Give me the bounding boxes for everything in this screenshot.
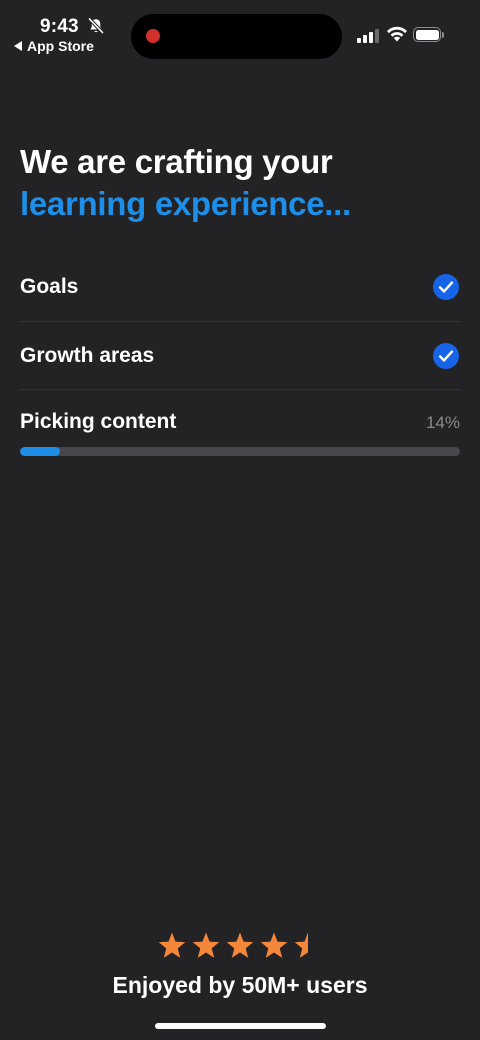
step-label: Growth areas xyxy=(20,344,155,367)
back-app-label: App Store xyxy=(27,38,94,54)
wifi-icon xyxy=(387,26,407,42)
progress-label: Picking content xyxy=(20,410,177,433)
battery-cap xyxy=(442,32,444,38)
status-bar: 9:43 App Store xyxy=(0,0,480,70)
home-indicator[interactable] xyxy=(155,1023,326,1029)
half-star-icon xyxy=(294,932,308,958)
rating-stars xyxy=(158,932,308,958)
battery-icon xyxy=(413,27,441,42)
star-icon xyxy=(226,932,254,958)
back-to-app-store[interactable]: App Store xyxy=(14,38,94,54)
step-growth-areas: Growth areas xyxy=(20,322,460,390)
step-goals: Goals xyxy=(20,253,460,321)
progress-bar xyxy=(20,447,460,456)
checkmark-circle-icon xyxy=(433,343,459,369)
battery-level-fill xyxy=(415,29,439,40)
dynamic-island xyxy=(131,14,342,59)
step-label: Goals xyxy=(20,275,79,298)
star-icon xyxy=(192,932,220,958)
back-arrow-icon xyxy=(14,41,22,51)
checkmark-circle-icon xyxy=(433,274,459,300)
recording-indicator-icon xyxy=(146,29,160,43)
progress-percent: 14% xyxy=(425,413,460,432)
bell-slash-icon xyxy=(88,17,104,34)
progress-bar-fill xyxy=(20,447,60,456)
cellular-signal-icon xyxy=(357,29,379,43)
page-title: We are crafting your learning experience… xyxy=(20,141,351,225)
star-icon xyxy=(260,932,288,958)
title-line-2: learning experience... xyxy=(20,185,351,222)
step-picking-content: Picking content 14% xyxy=(20,390,460,460)
status-time: 9:43 xyxy=(40,16,79,37)
title-line-1: We are crafting your xyxy=(20,143,333,180)
star-icon xyxy=(158,932,186,958)
social-proof-tagline: Enjoyed by 50M+ users xyxy=(112,972,368,998)
